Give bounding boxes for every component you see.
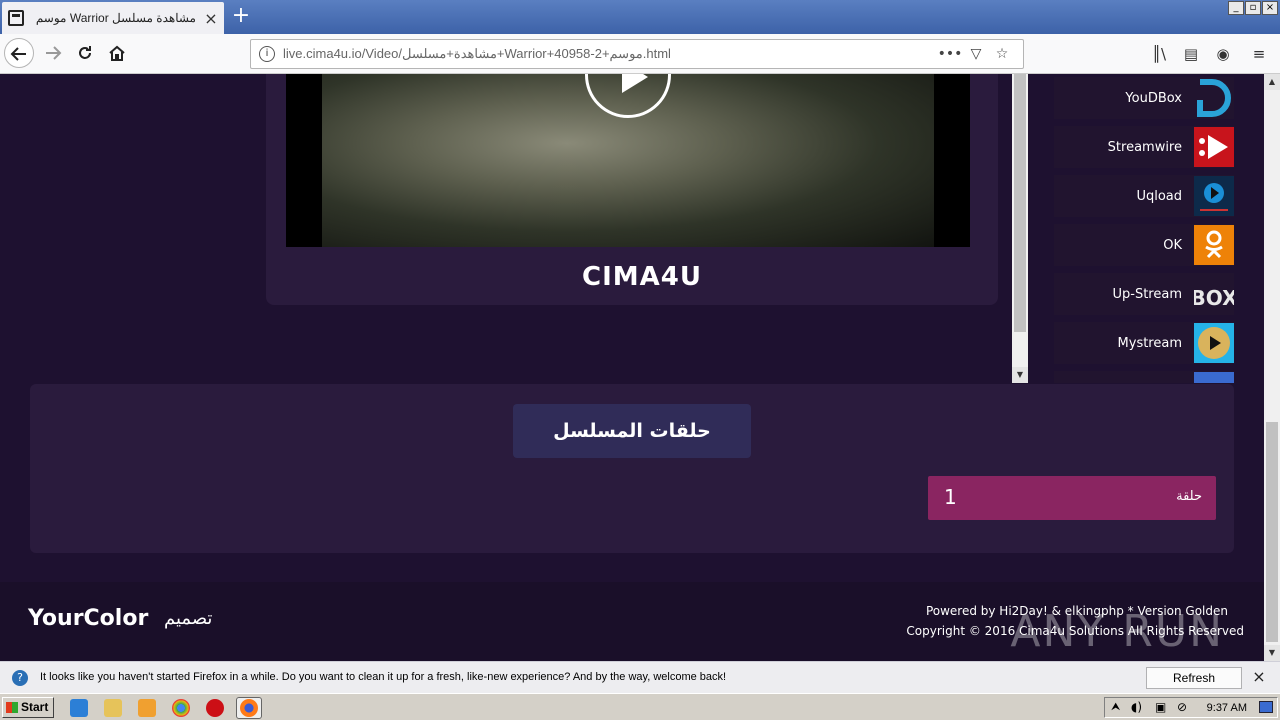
page-scrollbar[interactable]: ▲ ▼ [1264,74,1280,661]
notification-message: It looks like you haven't started Firefo… [40,671,727,683]
back-button[interactable] [4,38,34,68]
yourcolor-logo[interactable]: YourColor [28,606,148,631]
opera-icon[interactable] [206,699,224,717]
arrow-left-icon [10,47,26,61]
maximize-button[interactable]: ▫ [1245,1,1261,15]
footer: YourColor تصميم ANY RUN Powered by Hi2Da… [0,582,1264,661]
mystream-icon [1194,323,1234,363]
firefox-icon [240,699,258,717]
episode-number: 1 [944,485,957,509]
ok-icon [1194,225,1234,265]
youdbox-icon [1197,79,1231,117]
scroll-up-icon[interactable]: ▲ [1264,74,1280,90]
server-name: Mystream [1117,335,1182,351]
refresh-firefox-button[interactable]: Refresh Firefox… [1146,667,1242,705]
pocket-icon[interactable]: ▽ [963,46,989,62]
folder-icon[interactable] [104,699,122,717]
start-button[interactable]: Start [2,697,54,718]
menu-icon[interactable]: ≡ [1248,43,1270,65]
volume-icon[interactable]: ◖) [1131,700,1142,714]
uqload-icon [1194,176,1234,216]
server-name: Uqload [1136,188,1182,204]
site-logo: CIMA4U [582,262,702,292]
bookmark-star-icon[interactable]: ☆ [989,46,1015,62]
forward-button[interactable] [38,38,68,68]
episodes-section: حلقات المسلسل 1 حلقة [30,384,1234,553]
windows-logo-icon [6,702,18,713]
design-label: تصميم [164,608,213,629]
close-tab-icon[interactable]: × [204,9,218,28]
help-icon: ? [12,670,28,686]
server-item-streamwire[interactable]: Streamwire [1054,126,1234,168]
server-name: Up-Stream [1112,286,1183,302]
sidebar-icon[interactable]: ▤ [1180,43,1202,65]
notification-bar: ? It looks like you haven't started Fire… [0,661,1280,705]
scroll-down-icon[interactable]: ▼ [1012,367,1028,383]
arrow-right-icon [46,46,62,60]
episodes-heading: حلقات المسلسل [513,404,751,458]
episode-item[interactable]: 1 حلقة [928,476,1216,520]
upstream-icon: BOX [1194,286,1234,310]
server-item-youdbox[interactable]: YouDBox [1054,77,1234,119]
scrollbar-thumb[interactable] [1014,74,1026,332]
taskbar: Start ⮝ ◖) ▣ ⊘ 9:37 AM [0,693,1280,720]
reload-icon [79,46,91,59]
tab-strip: مشاهدة مسلسل Warrior موسم 2 × + _ ▫ × [0,0,1280,34]
server-item-mystream[interactable]: Mystream [1054,322,1234,364]
streamwire-icon [1194,127,1234,167]
home-button[interactable] [102,38,132,68]
notification-icon[interactable] [1259,701,1273,713]
web-page: CIMA4U ▼ YouDBox Streamwire Uqload OK Up… [0,74,1264,661]
reload-button[interactable] [70,38,100,68]
svg-text:BOX: BOX [1194,286,1234,310]
tray-arrow-icon[interactable]: ⮝ [1111,700,1120,714]
server-item-upstream[interactable]: Up-Stream BOX [1054,273,1234,315]
network-icon[interactable]: ▣ [1155,700,1166,714]
server-logo-icon [1194,372,1234,383]
url-text[interactable]: live.cima4u.io/Video/مشاهدة+مسلسل+Warrio… [283,46,937,62]
close-icon[interactable]: × [1250,668,1268,686]
server-name: OK [1163,237,1182,253]
server-item-uqload[interactable]: Uqload [1054,175,1234,217]
scrollbar-thumb[interactable] [1266,422,1278,642]
address-bar[interactable]: i live.cima4u.io/Video/مشاهدة+مسلسل+Warr… [250,39,1024,69]
site-favicon-icon [8,10,24,26]
episode-label: حلقة [1176,489,1202,504]
chrome-icon[interactable] [172,699,190,717]
page-actions-icon[interactable]: ••• [937,46,963,62]
home-icon [109,45,125,61]
video-player[interactable] [286,74,970,247]
server-name: YouDBox [1125,90,1182,106]
server-item-more[interactable] [1054,371,1234,383]
close-window-button[interactable]: × [1262,1,1278,15]
system-tray: ⮝ ◖) ▣ ⊘ 9:37 AM [1104,697,1278,718]
library-icon[interactable]: ║\ [1148,43,1170,65]
scroll-down-icon[interactable]: ▼ [1264,645,1280,661]
server-item-ok[interactable]: OK [1054,224,1234,266]
new-tab-button[interactable]: + [228,4,254,30]
server-name: Streamwire [1107,139,1182,155]
navigation-bar: i live.cima4u.io/Video/مشاهدة+مسلسل+Warr… [0,34,1280,74]
ie-icon[interactable] [70,699,88,717]
iframe-scrollbar[interactable]: ▼ [1012,74,1028,383]
copyright-text: Copyright © 2016 Cima4u Solutions All Ri… [906,624,1244,638]
browser-tab[interactable]: مشاهدة مسلسل Warrior موسم 2 × [2,2,224,34]
media-player-icon[interactable] [138,699,156,717]
tab-title: مشاهدة مسلسل Warrior موسم 2 [32,11,196,25]
info-icon[interactable]: i [259,46,275,62]
start-label: Start [21,700,49,714]
account-icon[interactable]: ◉ [1212,43,1234,65]
powered-by-text: Powered by Hi2Day! & elkingphp * Version… [925,604,1228,618]
minimize-button[interactable]: _ [1228,1,1244,15]
server-list: YouDBox Streamwire Uqload OK Up-Stream B… [1054,74,1244,383]
security-icon[interactable]: ⊘ [1177,700,1187,714]
clock: 9:37 AM [1206,702,1247,714]
